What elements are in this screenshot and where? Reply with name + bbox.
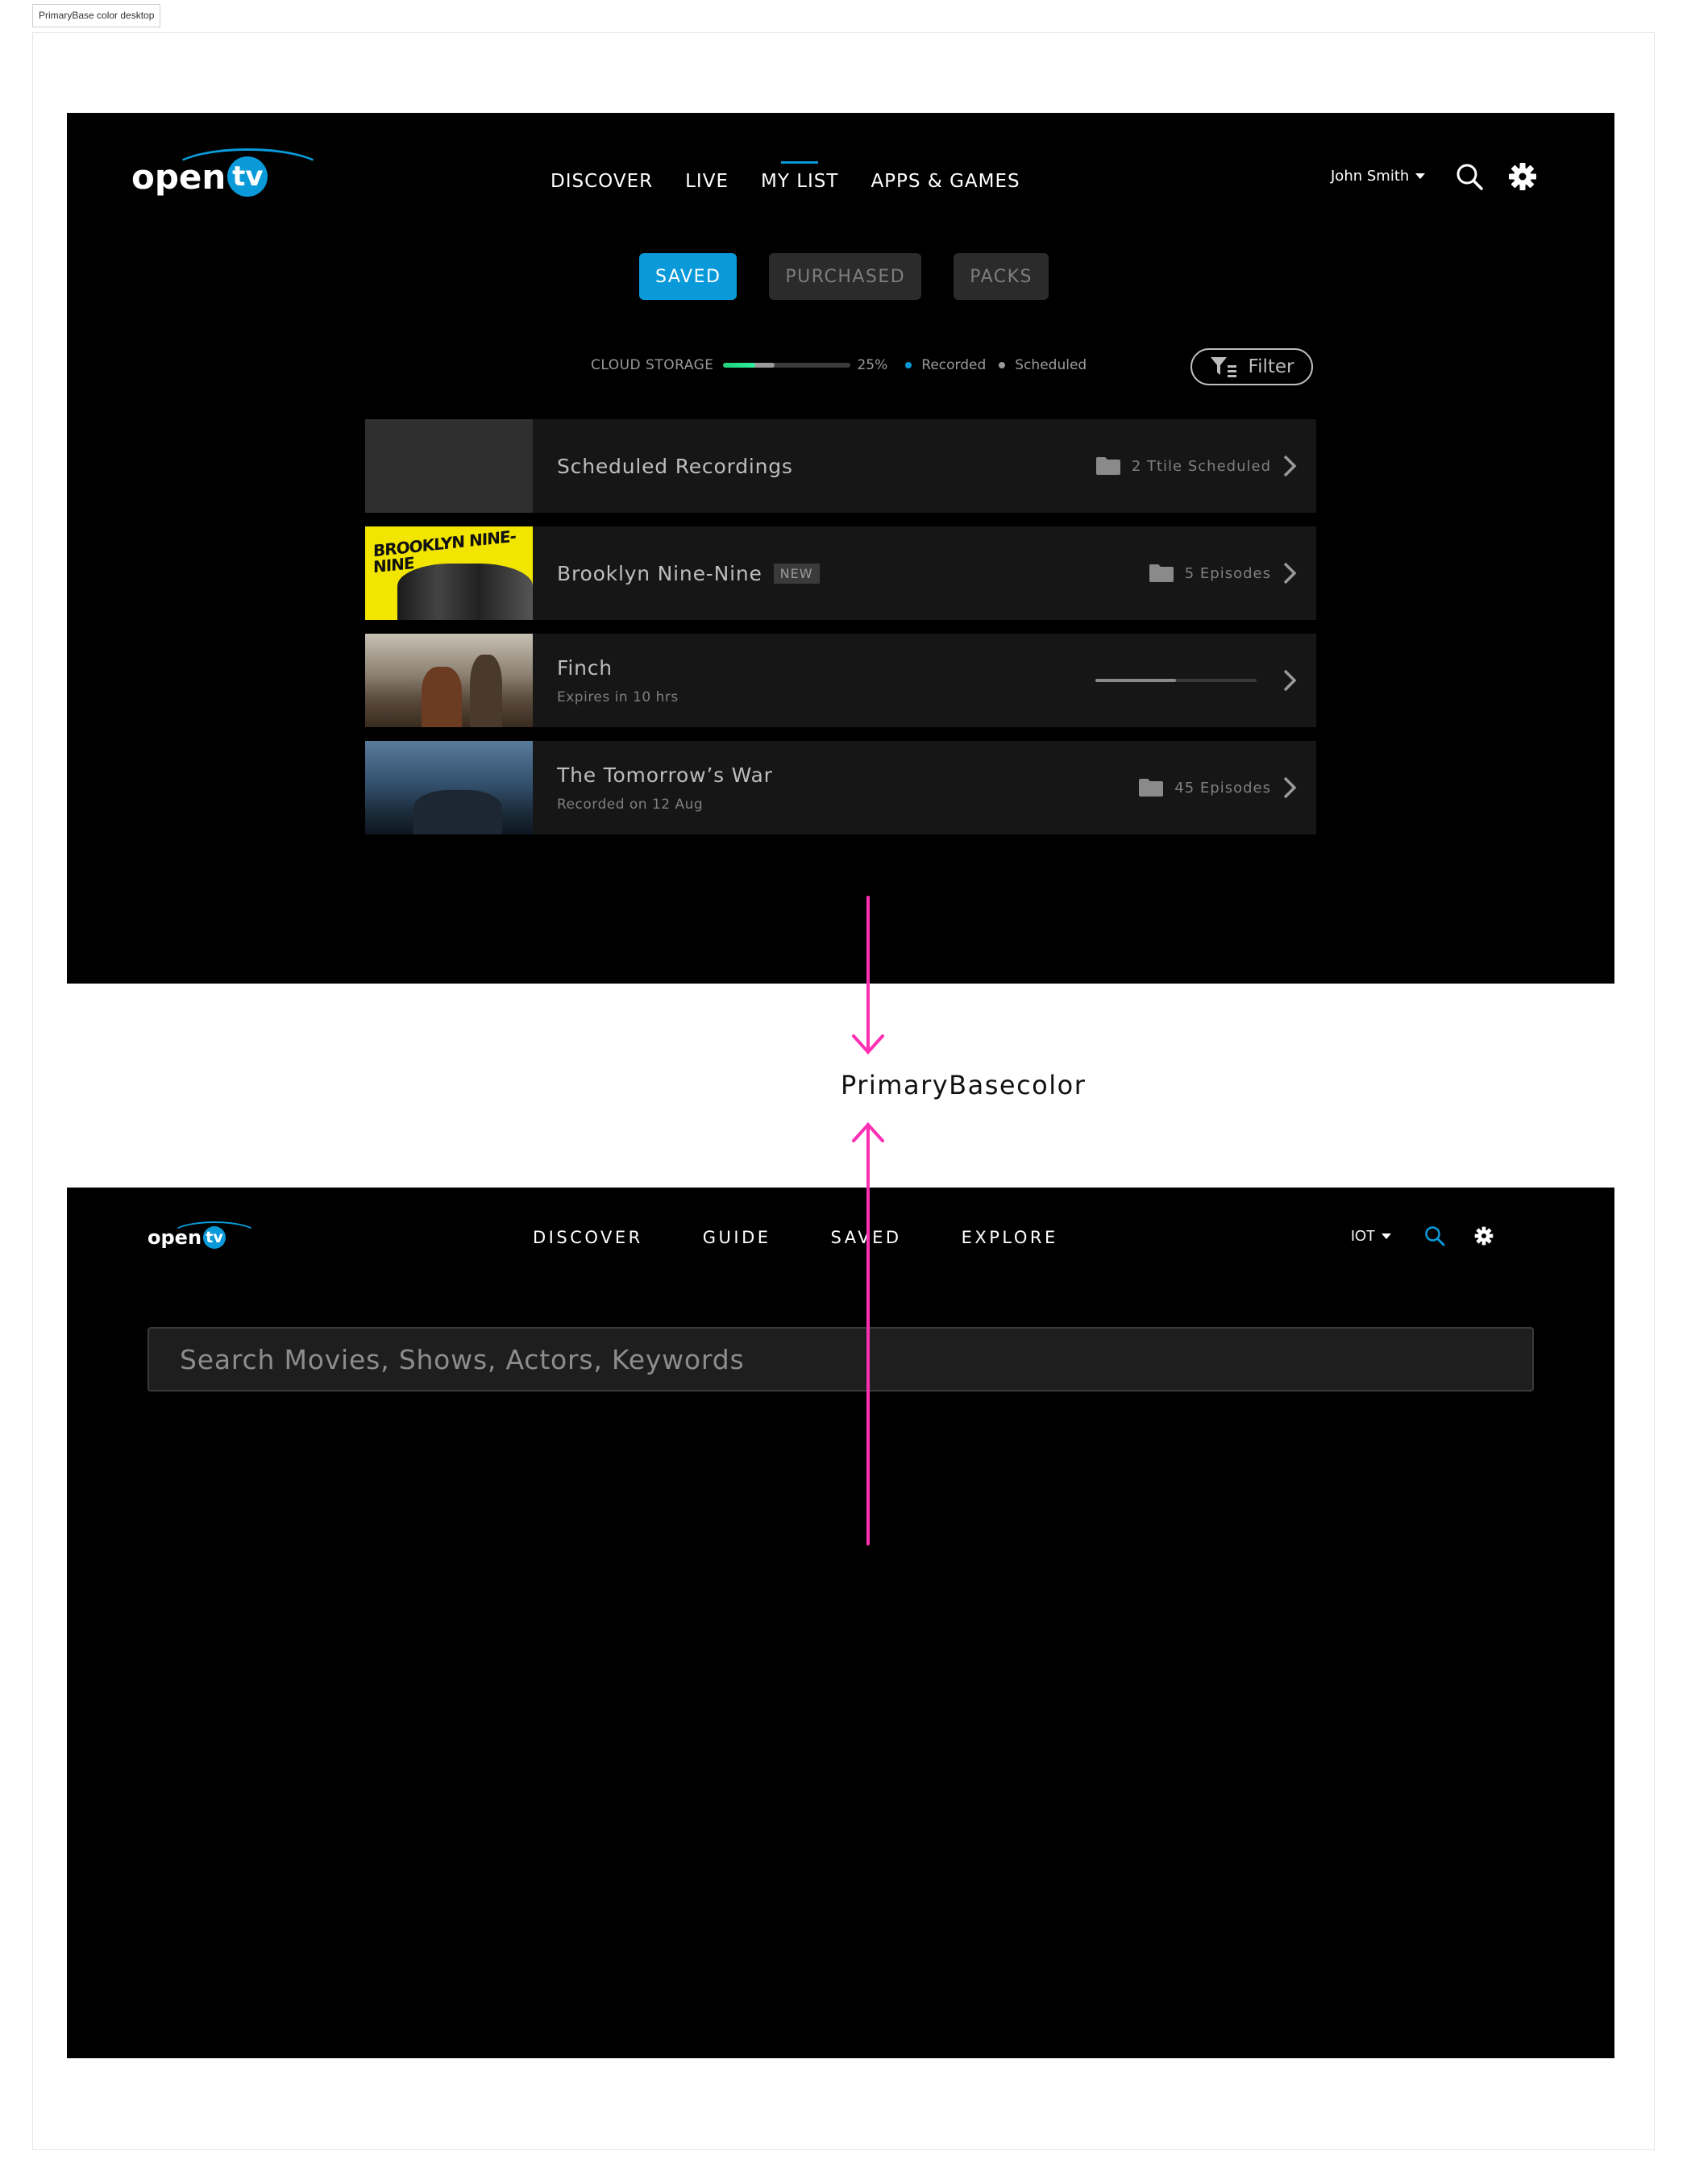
thumbnail-robot	[470, 655, 502, 727]
list-item[interactable]: The Tomorrow’s War Recorded on 12 Aug 45…	[365, 741, 1316, 834]
thumbnail-placeholder	[365, 419, 533, 513]
saved-list: Scheduled Recordings 2 Ttile Scheduled B…	[365, 419, 1316, 848]
chevron-right-icon[interactable]	[1282, 668, 1297, 693]
row-meta: 5 Episodes	[1184, 564, 1271, 582]
row-title: The Tomorrow’s War	[557, 763, 773, 787]
recorded-dot-icon	[905, 362, 912, 368]
folder-icon	[1149, 564, 1174, 582]
row-title: Finch	[557, 655, 613, 680]
filter-icon	[1210, 357, 1236, 377]
logo-tv-badge: tv	[171, 1221, 259, 1249]
cloud-storage: CLOUD STORAGE 25% Recorded Scheduled	[591, 357, 1087, 373]
watch-progress-bar	[1095, 679, 1257, 682]
row-meta: 45 Episodes	[1174, 779, 1271, 797]
frame-label: PrimaryBase color desktop	[32, 4, 161, 27]
chevron-down-icon	[1415, 173, 1426, 179]
main-nav: DISCOVER GUIDE SAVED EXPLORE	[533, 1228, 1058, 1247]
folder-icon	[1095, 457, 1120, 475]
new-badge: NEW	[773, 563, 820, 584]
gear-icon[interactable]	[1508, 162, 1537, 191]
logo-tv-badge: tv	[171, 148, 326, 197]
nav-saved[interactable]: SAVED	[831, 1228, 902, 1247]
thumbnail-tomorrow-war	[365, 741, 533, 834]
row-subtitle: Recorded on 12 Aug	[557, 796, 704, 813]
chevron-right-icon[interactable]	[1282, 561, 1297, 585]
row-subtitle: Expires in 10 hrs	[557, 688, 679, 705]
main-nav: DISCOVER LIVE MY LIST APPS & GAMES	[551, 161, 1020, 192]
row-meta: 2 Ttile Scheduled	[1131, 457, 1271, 475]
nav-guide[interactable]: GUIDE	[703, 1228, 771, 1247]
storage-bar	[723, 363, 851, 368]
row-title: Brooklyn Nine-Nine	[557, 561, 762, 585]
user-menu[interactable]: John Smith	[1331, 168, 1426, 185]
tab-saved[interactable]: SAVED	[639, 253, 738, 300]
filter-button[interactable]: Filter	[1190, 348, 1313, 385]
search-icon[interactable]	[1423, 1225, 1446, 1247]
search-input[interactable]: Search Movies, Shows, Actors, Keywords	[148, 1327, 1534, 1392]
storage-label: CLOUD STORAGE	[591, 357, 714, 373]
list-item[interactable]: Scheduled Recordings 2 Ttile Scheduled	[365, 419, 1316, 513]
list-item[interactable]: BROOKLYN NINE-NINE Brooklyn Nine-Nine NE…	[365, 526, 1316, 620]
scheduled-dot-icon	[999, 362, 1006, 368]
legend-recorded: Recorded	[921, 357, 987, 373]
thumbnail-cast-image	[397, 564, 533, 620]
gear-icon[interactable]	[1474, 1226, 1494, 1246]
nav-discover[interactable]: DISCOVER	[533, 1228, 643, 1247]
filter-label: Filter	[1248, 356, 1294, 377]
tab-packs[interactable]: PACKS	[954, 253, 1049, 300]
user-name: John Smith	[1331, 168, 1410, 185]
nav-explore[interactable]: EXPLORE	[962, 1228, 1058, 1247]
nav-live[interactable]: LIVE	[685, 161, 729, 192]
my-list-screen: open tv DISCOVER LIVE MY LIST APPS & GAM…	[67, 113, 1614, 984]
search-screen: open tv DISCOVER GUIDE SAVED EXPLORE IOT	[67, 1188, 1614, 2058]
storage-percent: 25%	[857, 357, 888, 373]
thumbnail-soldiers	[413, 790, 502, 834]
watch-progress-fill	[1095, 679, 1176, 682]
device-menu[interactable]: IOT	[1351, 1228, 1391, 1245]
legend-scheduled: Scheduled	[1015, 357, 1087, 373]
nav-apps-games[interactable]: APPS & GAMES	[871, 161, 1020, 192]
storage-recorded-fill	[723, 363, 755, 368]
list-tabs: SAVED PURCHASED PACKS	[639, 253, 1049, 300]
logo-swoosh	[171, 148, 326, 193]
chevron-right-icon[interactable]	[1282, 776, 1297, 800]
device-name: IOT	[1351, 1228, 1375, 1244]
list-item[interactable]: Finch Expires in 10 hrs	[365, 634, 1316, 727]
opentv-logo[interactable]: open tv	[131, 148, 326, 197]
chevron-right-icon[interactable]	[1282, 454, 1297, 478]
search-icon[interactable]	[1455, 162, 1484, 191]
thumbnail-figure	[422, 667, 462, 727]
opentv-logo[interactable]: open tv	[148, 1221, 259, 1249]
chevron-down-icon	[1382, 1233, 1391, 1239]
annotation-label: PrimaryBasecolor	[841, 1070, 1087, 1100]
tab-purchased[interactable]: PURCHASED	[769, 253, 922, 300]
nav-my-list[interactable]: MY LIST	[761, 161, 838, 192]
nav-discover[interactable]: DISCOVER	[551, 161, 653, 192]
thumbnail-brooklyn-nine-nine: BROOKLYN NINE-NINE	[365, 526, 533, 620]
folder-icon	[1139, 779, 1164, 797]
row-title: Scheduled Recordings	[557, 454, 793, 478]
thumbnail-finch	[365, 634, 533, 727]
logo-swoosh	[171, 1221, 259, 1247]
